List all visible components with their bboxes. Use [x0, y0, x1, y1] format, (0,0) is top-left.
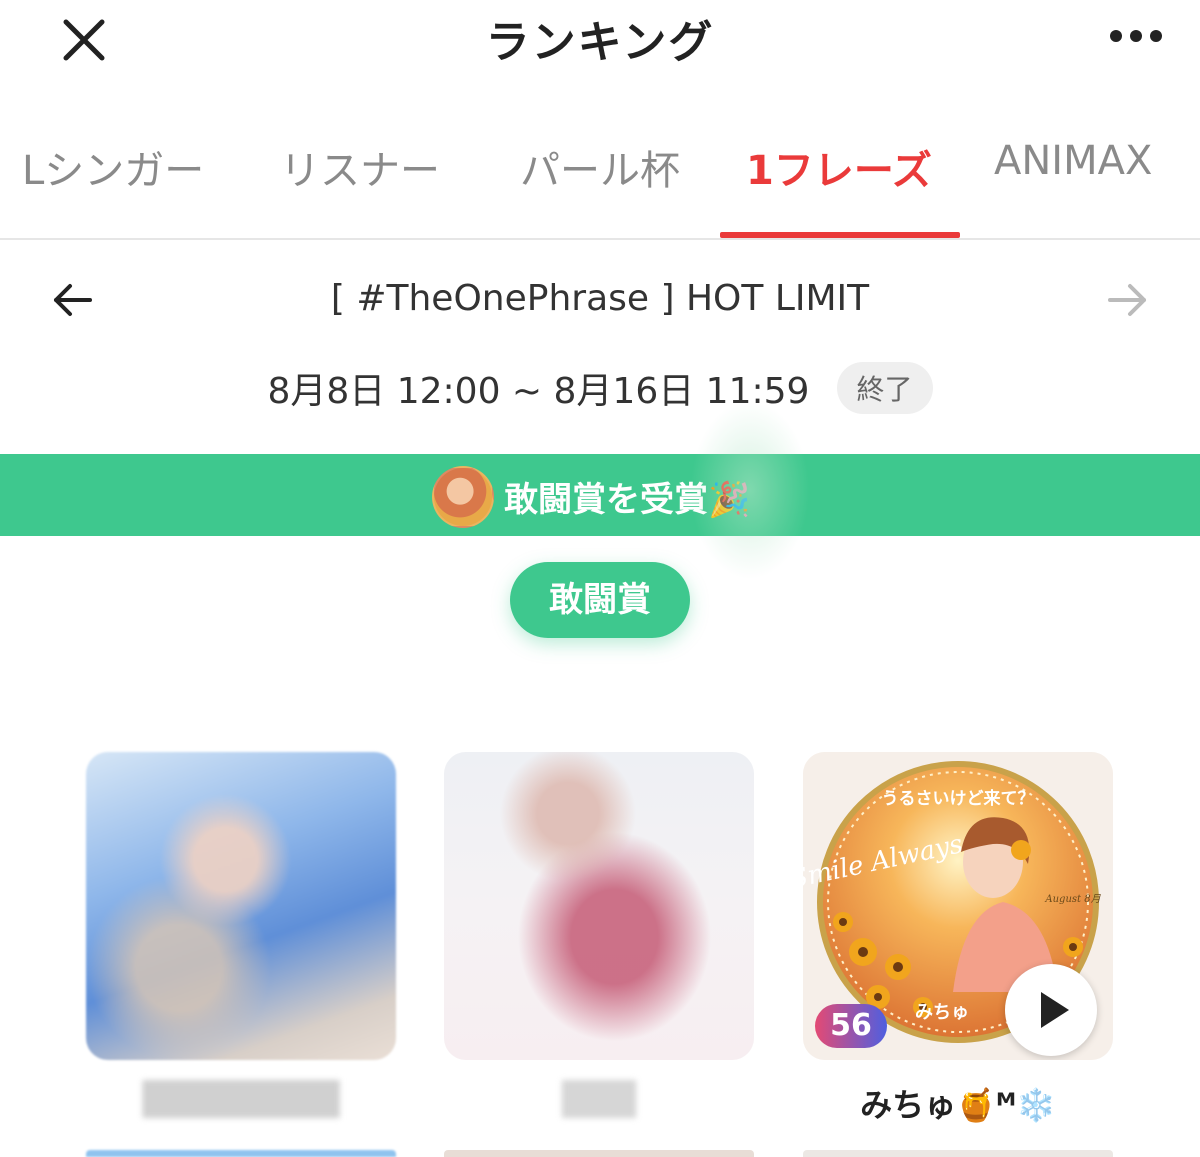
ranking-card-2[interactable]	[444, 752, 754, 1060]
tab-one-phrase[interactable]: 1フレーズ	[746, 138, 932, 196]
ranking-tabs: Lシンガー リスナー パール杯 1フレーズ ANIMAX	[0, 128, 1200, 240]
card-name-2: ███	[562, 1080, 636, 1118]
card-name-3: みちゅ🍯ᴹ❄️	[860, 1086, 1056, 1124]
card-name-1: ████████	[142, 1080, 340, 1118]
ranking-card-3[interactable]: うるさいけど来て？ Smile Always みちゅ August 8月 56	[803, 752, 1113, 1060]
page-title: ランキング	[485, 17, 715, 68]
award-pill: 敢闘賞	[510, 562, 690, 638]
ranking-card-1[interactable]	[86, 752, 396, 1060]
tab-animax[interactable]: ANIMAX	[994, 138, 1152, 184]
count-badge: 56	[815, 1004, 887, 1048]
tab-pearl-cup[interactable]: パール杯	[520, 138, 680, 196]
event-title: [ #TheOnePhrase ] HOT LIMIT	[330, 278, 870, 319]
decorative-glow	[690, 400, 810, 580]
more-dots-icon	[1110, 30, 1162, 42]
next-event-button[interactable]	[1106, 278, 1150, 322]
next-row-card-3[interactable]	[803, 1150, 1113, 1157]
event-navigator: [ #TheOnePhrase ] HOT LIMIT	[0, 270, 1200, 334]
event-period: 8月8日 12:00 ~ 8月16日 11:59 終了	[0, 362, 1200, 418]
header-bar: ランキング	[0, 0, 1200, 90]
art-text-top: うるさいけど来て？	[882, 788, 1035, 809]
award-banner: 敢闘賞を受賞🎉	[0, 454, 1200, 536]
more-button[interactable]	[1108, 26, 1164, 46]
tab-listener[interactable]: リスナー	[280, 138, 440, 196]
art-text-month: August 8月	[1044, 894, 1101, 905]
art-text-tag: みちゅ	[915, 1002, 969, 1023]
next-row-card-1[interactable]	[86, 1150, 396, 1157]
avatar	[432, 466, 494, 528]
play-button[interactable]	[1005, 964, 1097, 1056]
tab-l-singer[interactable]: Lシンガー	[22, 138, 204, 196]
status-badge: 終了	[836, 362, 933, 414]
next-row-card-2[interactable]	[444, 1150, 754, 1157]
play-icon	[1041, 992, 1069, 1028]
arrow-right-icon	[1108, 284, 1146, 316]
active-tab-indicator	[720, 232, 960, 238]
